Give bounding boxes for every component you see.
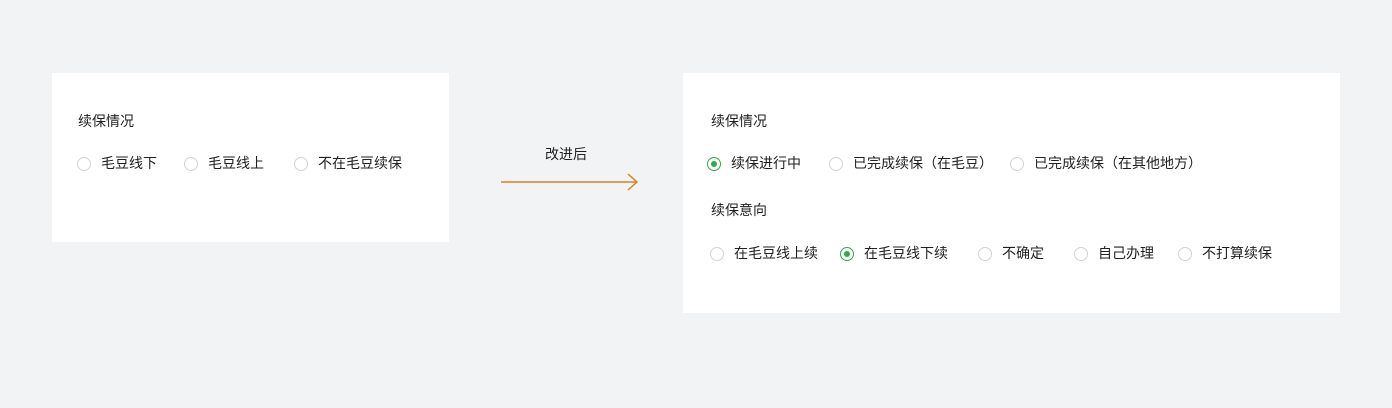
radio-renewal-in-progress[interactable]: 续保进行中 <box>707 154 801 174</box>
improvement-arrow: 改进后 <box>500 145 640 195</box>
radio-maodou-online[interactable]: 毛豆线上 <box>184 154 264 174</box>
radio-label: 在毛豆线下续 <box>864 246 948 262</box>
radio-label: 自己办理 <box>1098 246 1154 262</box>
radio-label: 毛豆线上 <box>208 156 264 172</box>
radio-no-renewal[interactable]: 不打算续保 <box>1178 244 1272 264</box>
radio-label: 在毛豆线上续 <box>734 246 818 262</box>
radio-label: 毛豆线下 <box>101 156 157 172</box>
arrow-label: 改进后 <box>545 147 587 163</box>
radio-renewed-elsewhere[interactable]: 已完成续保（在其他地方） <box>1010 154 1202 174</box>
right-arrow-icon <box>501 173 639 191</box>
radio-circle[interactable] <box>978 247 992 261</box>
section-title-renewal-status: 续保情况 <box>711 114 767 130</box>
radio-uncertain[interactable]: 不确定 <box>978 244 1044 264</box>
radio-circle-selected[interactable] <box>840 247 854 261</box>
radio-label: 不确定 <box>1002 246 1044 262</box>
radio-circle[interactable] <box>1010 157 1024 171</box>
radio-circle[interactable] <box>77 157 91 171</box>
radio-circle[interactable] <box>1178 247 1192 261</box>
after-card: 续保情况 续保进行中 已完成续保（在毛豆） 已完成续保（在其他地方） 续保意向 … <box>683 73 1340 313</box>
radio-label: 已完成续保（在毛豆） <box>853 156 993 172</box>
radio-circle[interactable] <box>184 157 198 171</box>
radio-circle[interactable] <box>710 247 724 261</box>
radio-maodou-offline[interactable]: 毛豆线下 <box>77 154 157 174</box>
section-title-renewal-status: 续保情况 <box>78 114 134 130</box>
radio-circle[interactable] <box>1074 247 1088 261</box>
radio-circle[interactable] <box>294 157 308 171</box>
radio-self-handle[interactable]: 自己办理 <box>1074 244 1154 264</box>
radio-circle-selected[interactable] <box>707 157 721 171</box>
radio-not-maodou[interactable]: 不在毛豆续保 <box>294 154 402 174</box>
radio-label: 不在毛豆续保 <box>318 156 402 172</box>
radio-label: 不打算续保 <box>1202 246 1272 262</box>
section-title-renewal-intent: 续保意向 <box>711 203 767 219</box>
radio-renew-offline[interactable]: 在毛豆线下续 <box>840 244 948 264</box>
radio-circle[interactable] <box>829 157 843 171</box>
radio-label: 已完成续保（在其他地方） <box>1034 156 1202 172</box>
radio-label: 续保进行中 <box>731 156 801 172</box>
radio-renewed-at-maodou[interactable]: 已完成续保（在毛豆） <box>829 154 993 174</box>
before-card: 续保情况 毛豆线下 毛豆线上 不在毛豆续保 <box>52 73 449 242</box>
radio-renew-online[interactable]: 在毛豆线上续 <box>710 244 818 264</box>
